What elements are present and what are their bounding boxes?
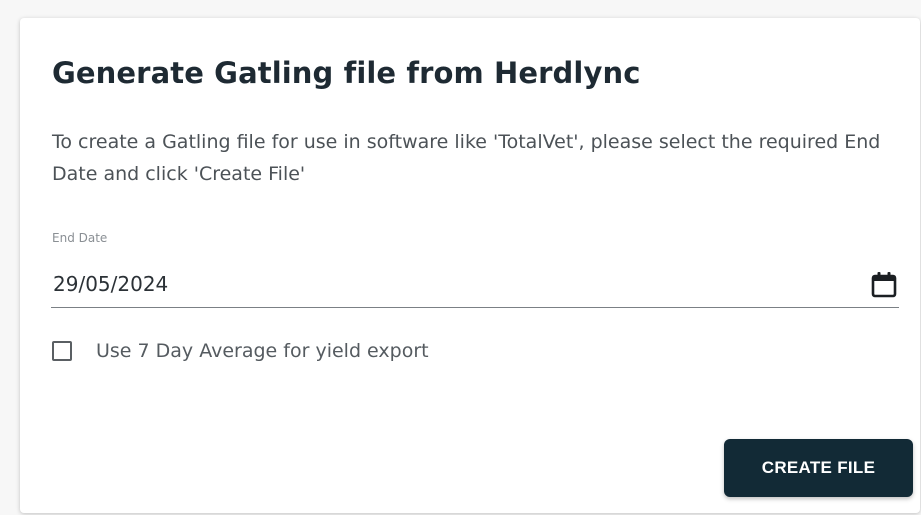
end-date-label: End Date bbox=[52, 231, 108, 245]
seven-day-average-label[interactable]: Use 7 Day Average for yield export bbox=[96, 340, 429, 362]
gatling-export-card: Generate Gatling file from Herdlync To c… bbox=[20, 18, 920, 513]
end-date-value[interactable]: 29/05/2024 bbox=[53, 272, 168, 296]
create-file-button[interactable]: CREATE FILE bbox=[724, 439, 913, 497]
seven-day-average-row[interactable]: Use 7 Day Average for yield export bbox=[52, 336, 429, 366]
end-date-field[interactable]: 29/05/2024 bbox=[51, 264, 899, 308]
dialog-title: Generate Gatling file from Herdlync bbox=[52, 56, 641, 90]
seven-day-average-checkbox[interactable] bbox=[52, 341, 72, 361]
dialog-description: To create a Gatling file for use in soft… bbox=[52, 131, 881, 185]
calendar-icon[interactable] bbox=[869, 270, 899, 300]
